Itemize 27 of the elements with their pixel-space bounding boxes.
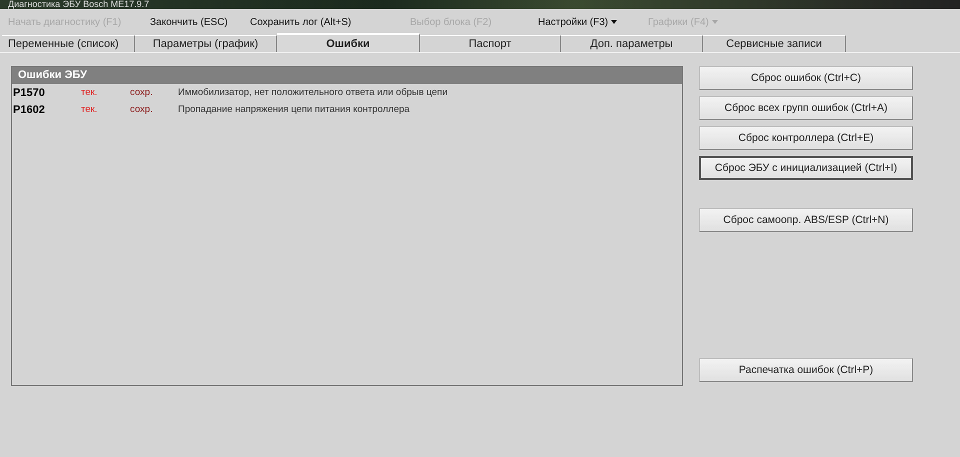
panel-title: Ошибки ЭБУ	[18, 69, 87, 81]
error-description: Пропадание напряжения цепи питания контроллера	[178, 104, 410, 115]
menu-item[interactable]: Закончить (ESC)	[142, 16, 242, 28]
tab[interactable]: Переменные (список)	[2, 35, 135, 52]
tab[interactable]: Ошибки	[277, 33, 420, 52]
tab[interactable]: Сервисные записи	[703, 35, 846, 52]
action-button[interactable]: Распечатка ошибок (Ctrl+P)	[699, 358, 913, 382]
menu-item[interactable]: Настройки (F3)	[530, 16, 640, 28]
caret-icon	[712, 20, 718, 24]
current-status-text: тек.	[81, 87, 98, 98]
action-button[interactable]: Сброс самоопр. ABS/ESP (Ctrl+N)	[699, 208, 913, 232]
action-button[interactable]: Сброс ошибок (Ctrl+C)	[699, 66, 913, 90]
caret-icon	[611, 20, 618, 24]
error-code: P1602	[12, 104, 46, 116]
action-button[interactable]: Сброс ЭБУ с инициализацией (Ctrl+I)	[699, 156, 913, 180]
stored-status-text: сохр.	[130, 87, 154, 98]
action-button[interactable]: Сброс всех групп ошибок (Ctrl+A)	[699, 96, 913, 120]
error-description: Иммобилизатор, нет положительного ответа или обрыв цепи	[178, 87, 448, 98]
error-code: P1570	[12, 86, 46, 98]
current-status-text: тек.	[81, 104, 98, 115]
tab[interactable]: Доп. параметры	[561, 35, 703, 52]
window-title: Диагностика ЭБУ Bosch ME17.9.7	[7, 0, 150, 9]
stored-status-text: сохр.	[130, 104, 154, 115]
menu-item[interactable]: Сохранить лог (Alt+S)	[242, 16, 402, 28]
tab[interactable]: Параметры (график)	[135, 35, 277, 52]
tab[interactable]: Паспорт	[420, 35, 561, 52]
action-button[interactable]: Сброс контроллера (Ctrl+E)	[699, 126, 913, 150]
